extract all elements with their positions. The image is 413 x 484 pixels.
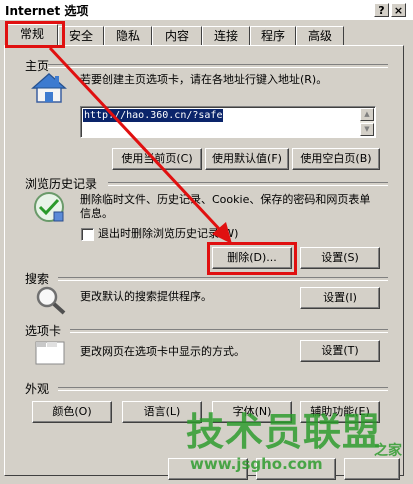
watermark-url: www.jsgho.com — [190, 455, 323, 473]
watermark-suffix: 之家 — [374, 443, 402, 459]
watermark-logo-text: 技术员联盟 — [186, 410, 382, 454]
